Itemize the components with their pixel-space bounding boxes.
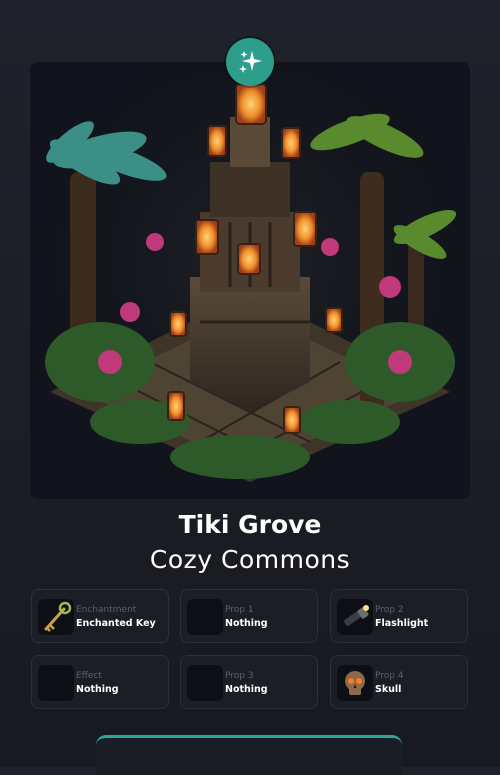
slot-value: Flashlight xyxy=(375,618,429,629)
slot-prop-3[interactable]: Prop 3 Nothing xyxy=(180,655,318,709)
slot-prop-1[interactable]: Prop 1 Nothing xyxy=(180,589,318,643)
slot-category: Prop 1 xyxy=(225,605,254,615)
empty-slot-icon xyxy=(187,599,223,635)
slot-value: Enchanted Key xyxy=(76,618,156,629)
flashlight-icon xyxy=(337,599,373,635)
slot-category: Enchantment xyxy=(76,605,137,615)
skull-icon xyxy=(337,665,373,701)
slot-value: Nothing xyxy=(225,684,268,695)
item-artwork xyxy=(30,62,470,499)
item-title: Tiki Grove xyxy=(178,510,322,539)
enchanted-key-icon xyxy=(38,599,74,635)
slot-value: Skull xyxy=(375,684,402,695)
slot-category: Prop 4 xyxy=(375,671,404,681)
slot-value: Nothing xyxy=(225,618,268,629)
collection-name: Cozy Commons xyxy=(149,545,351,574)
slot-category: Prop 3 xyxy=(225,671,254,681)
empty-slot-icon xyxy=(187,665,223,701)
slot-prop-4[interactable]: Prop 4 Skull xyxy=(330,655,468,709)
slot-category: Effect xyxy=(76,671,102,681)
slot-enchantment[interactable]: Enchantment Enchanted Key xyxy=(31,589,169,643)
empty-slot-icon xyxy=(38,665,74,701)
sparkle-icon xyxy=(239,51,262,73)
slot-effect[interactable]: Effect Nothing xyxy=(31,655,169,709)
bottom-action-bar[interactable] xyxy=(96,735,402,775)
slot-value: Nothing xyxy=(76,684,119,695)
rarity-badge xyxy=(226,38,274,86)
slot-category: Prop 2 xyxy=(375,605,404,615)
slot-prop-2[interactable]: Prop 2 Flashlight xyxy=(330,589,468,643)
